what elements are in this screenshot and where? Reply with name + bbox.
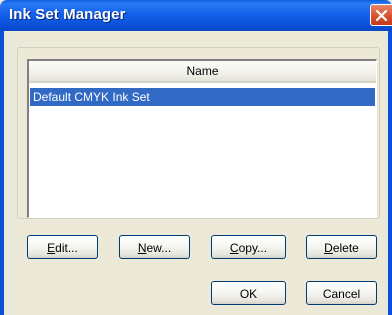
cancel-button[interactable]: Cancel bbox=[306, 281, 377, 305]
close-button[interactable] bbox=[370, 4, 392, 26]
column-header-label: Name bbox=[186, 64, 219, 78]
edit-button[interactable]: Edit... bbox=[27, 235, 98, 259]
copy-mnemonic: C bbox=[229, 241, 239, 255]
new-button[interactable]: New... bbox=[119, 235, 190, 259]
close-icon bbox=[375, 9, 388, 22]
edit-mnemonic: E bbox=[47, 241, 56, 255]
delete-button[interactable]: Delete bbox=[306, 235, 377, 259]
list-item[interactable]: Default CMYK Ink Set bbox=[30, 88, 375, 106]
column-header-name[interactable]: Name bbox=[29, 61, 376, 83]
new-label: ew... bbox=[146, 241, 172, 255]
edit-label: dit... bbox=[55, 241, 78, 255]
copy-label: opy... bbox=[238, 241, 268, 255]
title-bar[interactable]: Ink Set Manager bbox=[0, 0, 392, 31]
window-frame-left bbox=[0, 31, 4, 315]
copy-button[interactable]: Copy... bbox=[211, 235, 286, 259]
ink-set-list[interactable]: Name Default CMYK Ink Set bbox=[27, 59, 377, 218]
delete-label: elete bbox=[332, 241, 359, 255]
window-title: Ink Set Manager bbox=[9, 6, 126, 23]
delete-mnemonic: D bbox=[324, 241, 333, 255]
ok-button[interactable]: OK bbox=[211, 281, 286, 305]
window-frame-right bbox=[388, 31, 392, 315]
list-item-label: Default CMYK Ink Set bbox=[33, 90, 150, 104]
